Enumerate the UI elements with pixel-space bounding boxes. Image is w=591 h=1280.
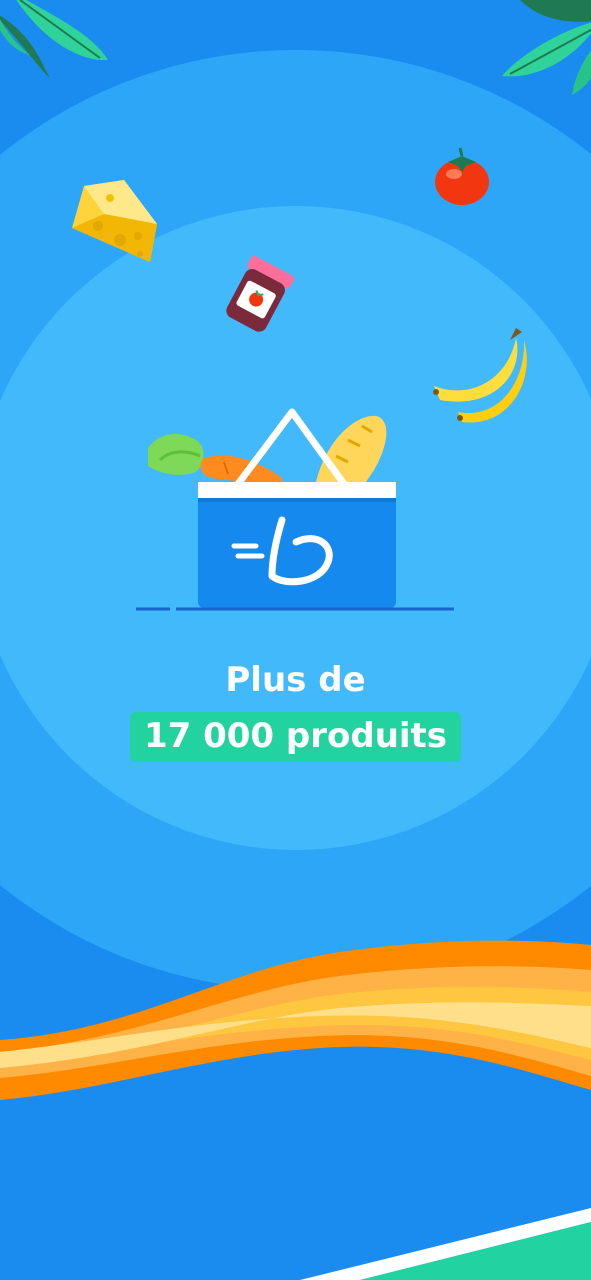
headline-line1: Plus de bbox=[225, 660, 366, 700]
onboarding-screen: Plus de 17 000 produits bbox=[0, 0, 591, 1280]
headline-highlight: 17 000 produits bbox=[129, 712, 462, 762]
onboarding-illustration bbox=[0, 0, 591, 1280]
headline-highlight-wrapper: 17 000 produits bbox=[0, 712, 591, 762]
